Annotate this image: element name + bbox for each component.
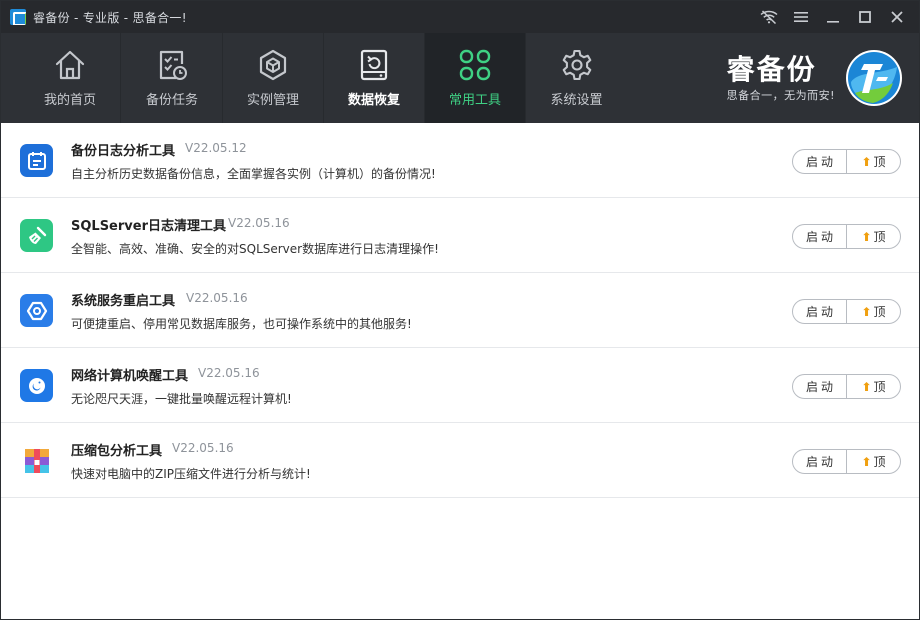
tool-description: 自主分析历史数据备份信息，全面掌握各实例（计算机）的备份情况! [71, 167, 436, 181]
tool-name: 网络计算机唤醒工具 [71, 369, 189, 384]
tool-actions: 启动 ⬆ 顶 [792, 374, 901, 399]
arrow-up-icon: ⬆ [861, 304, 872, 319]
list-item: SQLServer日志清理工具 V22.05.16 全智能、高效、准确、安全的对… [1, 198, 919, 273]
pin-top-button[interactable]: ⬆ 顶 [847, 300, 900, 323]
arrow-up-icon: ⬆ [861, 154, 872, 169]
calendar-icon [20, 144, 53, 177]
tool-version: V22.05.16 [228, 216, 290, 230]
tool-description: 可便捷重启、停用常见数据库服务，也可操作系统中的其他服务! [71, 317, 412, 331]
tool-name: 备份日志分析工具 [71, 144, 176, 159]
menu-icon[interactable] [785, 1, 817, 33]
window-controls [753, 1, 913, 33]
brand-logo-icon [845, 49, 903, 107]
restore-icon [356, 47, 392, 83]
home-icon [52, 47, 88, 83]
app-window: 睿备份 - 专业版 - 思备合一! 我的首页 备份任务 实例管理 数据恢复 常用… [0, 0, 920, 620]
nav-item-data-restore[interactable]: 数据恢复 [324, 33, 425, 123]
tool-version: V22.05.16 [186, 291, 248, 305]
task-list-icon [154, 47, 190, 83]
main-nav: 我的首页 备份任务 实例管理 数据恢复 常用工具 系统设置 睿备份 思备合一，无… [1, 33, 919, 123]
wake-icon [20, 369, 53, 402]
brand-area: 睿备份 思备合一，无为而安! [727, 47, 903, 109]
tool-version: V22.05.16 [198, 366, 260, 380]
arrow-up-icon: ⬆ [861, 229, 872, 244]
list-item: 系统服务重启工具 V22.05.16 可便捷重启、停用常见数据库服务，也可操作系… [1, 273, 919, 348]
list-item: 备份日志分析工具 V22.05.12 自主分析历史数据备份信息，全面掌握各实例（… [1, 123, 919, 198]
title-bar: 睿备份 - 专业版 - 思备合一! [1, 1, 919, 33]
cube-icon [255, 47, 291, 83]
tool-description: 快速对电脑中的ZIP压缩文件进行分析与统计! [71, 467, 311, 481]
pin-top-button[interactable]: ⬆ 顶 [847, 150, 900, 173]
window-title: 睿备份 - 专业版 - 思备合一! [33, 10, 187, 25]
hexagon-icon [20, 294, 53, 327]
gear-icon [559, 47, 595, 83]
brand-name: 睿备份 [726, 52, 817, 86]
tools-list: 备份日志分析工具 V22.05.12 自主分析历史数据备份信息，全面掌握各实例（… [1, 123, 919, 619]
list-item: 网络计算机唤醒工具 V22.05.16 无论咫尺天涯，一键批量唤醒远程计算机! … [1, 348, 919, 423]
nav-item-instances[interactable]: 实例管理 [223, 33, 324, 123]
maximize-icon[interactable] [849, 1, 881, 33]
start-button[interactable]: 启动 [793, 150, 847, 173]
tool-version: V22.05.16 [172, 441, 234, 455]
tool-version: V22.05.12 [185, 141, 247, 155]
nav-label: 实例管理 [246, 93, 299, 108]
tool-name: 系统服务重启工具 [71, 294, 176, 309]
archive-icon [20, 444, 53, 477]
tool-description: 无论咫尺天涯，一键批量唤醒远程计算机! [71, 392, 292, 406]
grid-tools-icon [457, 47, 493, 83]
wifi-off-icon[interactable] [753, 1, 785, 33]
nav-item-common-tools[interactable]: 常用工具 [425, 33, 526, 123]
nav-label: 我的首页 [43, 93, 96, 108]
tool-name: 压缩包分析工具 [71, 444, 163, 459]
minimize-icon[interactable] [817, 1, 849, 33]
nav-item-backup-tasks[interactable]: 备份任务 [122, 33, 223, 123]
tool-actions: 启动 ⬆ 顶 [792, 224, 901, 249]
start-button[interactable]: 启动 [793, 300, 847, 323]
start-button[interactable]: 启动 [793, 375, 847, 398]
pin-top-button[interactable]: ⬆ 顶 [847, 450, 900, 473]
arrow-up-icon: ⬆ [861, 379, 872, 394]
brand-slogan: 思备合一，无为而安! [726, 88, 835, 102]
nav-label: 系统设置 [550, 93, 603, 108]
tool-actions: 启动 ⬆ 顶 [792, 299, 901, 324]
broom-icon [20, 219, 53, 252]
tool-actions: 启动 ⬆ 顶 [792, 449, 901, 474]
pin-top-button[interactable]: ⬆ 顶 [847, 375, 900, 398]
app-logo-icon [10, 9, 26, 25]
pin-top-button[interactable]: ⬆ 顶 [847, 225, 900, 248]
tool-name: SQLServer日志清理工具 [71, 219, 226, 234]
nav-item-system-settings[interactable]: 系统设置 [526, 33, 627, 123]
close-icon[interactable] [881, 1, 913, 33]
nav-label: 备份任务 [145, 93, 198, 108]
arrow-up-icon: ⬆ [861, 454, 872, 469]
tool-actions: 启动 ⬆ 顶 [792, 149, 901, 174]
tool-description: 全智能、高效、准确、安全的对SQLServer数据库进行日志清理操作! [71, 242, 439, 256]
list-item: 压缩包分析工具 V22.05.16 快速对电脑中的ZIP压缩文件进行分析与统计!… [1, 423, 919, 498]
nav-item-home[interactable]: 我的首页 [20, 33, 121, 123]
nav-label: 常用工具 [448, 93, 501, 108]
nav-label: 数据恢复 [347, 93, 400, 108]
start-button[interactable]: 启动 [793, 450, 847, 473]
start-button[interactable]: 启动 [793, 225, 847, 248]
